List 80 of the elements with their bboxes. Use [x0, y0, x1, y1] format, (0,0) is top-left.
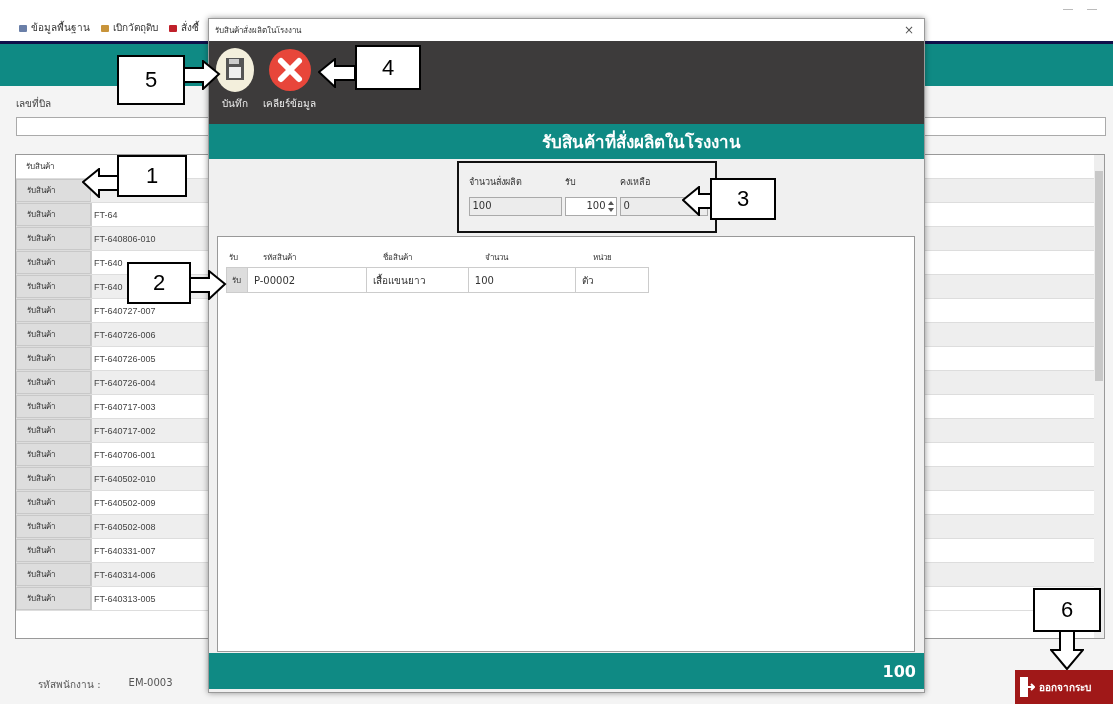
menu-item[interactable]: เบิกวัตถุดิบ [100, 20, 158, 35]
receive-button[interactable]: รับสินค้า [16, 347, 91, 370]
menu-item[interactable]: สั่งซื้ [168, 20, 199, 35]
table-cell: FT-640726-005 [91, 347, 156, 370]
receive-button[interactable]: รับสินค้า [16, 299, 91, 322]
column-header: ชื่อสินค้า [382, 251, 413, 264]
receive-button[interactable]: รับสินค้า [16, 419, 91, 442]
receive-button[interactable]: รับสินค้า [16, 539, 91, 562]
callout-number: 3 [710, 178, 776, 220]
table-cell: FT-640314-006 [91, 563, 156, 586]
callout-number: 6 [1033, 588, 1101, 632]
menu-icon [18, 22, 28, 33]
menu-icon [168, 22, 178, 33]
callout-number: 4 [355, 45, 421, 90]
receive-button[interactable]: รับสินค้า [16, 443, 91, 466]
receive-button[interactable]: รับสินค้า [16, 491, 91, 514]
close-icon [267, 47, 312, 93]
receive-button[interactable]: รับสินค้า [16, 323, 91, 346]
field-label: จำนวนสั่งผลิต [468, 175, 523, 189]
table-cell: ตัว [575, 268, 648, 292]
table-cell: FT-640 [91, 275, 123, 298]
close-button[interactable]: × [903, 23, 914, 37]
callout-arrow [82, 168, 120, 198]
field-label: รับ [564, 176, 577, 189]
table-cell: FT-640717-003 [91, 395, 156, 418]
receive-button[interactable]: รับสินค้า [16, 203, 91, 226]
table-cell: FT-640502-010 [91, 467, 156, 490]
table-cell: 100 [467, 268, 576, 292]
table-cell: FT-640 [91, 251, 123, 274]
readonly-field: 100 [468, 197, 562, 216]
table-cell: FT-640806-010 [91, 227, 156, 250]
total-bar: 100 [209, 653, 924, 689]
logout-button[interactable]: ออกจากระบ [1015, 670, 1113, 704]
table-cell: FT-640706-001 [91, 443, 156, 466]
column-header: รับ [228, 251, 239, 264]
receive-button[interactable]: รับสินค้า [16, 179, 91, 202]
column-header: หน่วย [592, 251, 613, 264]
scrollbar[interactable] [1094, 155, 1104, 638]
receive-button[interactable]: รับสินค้า [16, 275, 91, 298]
clear-button[interactable]: เคลียร์ข้อมูล [263, 47, 316, 124]
receive-button[interactable]: รับสินค้า [16, 467, 91, 490]
table-cell: P-00002 [246, 268, 367, 292]
column-header: รหัสสินค้า [262, 251, 297, 264]
table-cell: FT-640726-006 [91, 323, 156, 346]
receive-button[interactable]: รับสินค้า [16, 515, 91, 538]
field-label: คงเหลือ [619, 176, 651, 189]
bill-number-label: เลขที่บิล [16, 96, 51, 111]
receive-button[interactable]: รับสินค้า [16, 395, 91, 418]
employee-code-label: รหัสพนักงาน : [38, 678, 101, 692]
table-cell: FT-64 [91, 203, 118, 226]
save-button[interactable]: บันทึก [215, 47, 255, 124]
receive-button[interactable]: รับ [227, 268, 247, 292]
receive-button[interactable]: รับสินค้า [16, 587, 91, 610]
receive-button[interactable]: รับสินค้า [16, 251, 91, 274]
table-cell: FT-640502-008 [91, 515, 156, 538]
menu-icon [100, 22, 110, 33]
exit-door-icon [1019, 676, 1035, 698]
receive-button[interactable]: รับสินค้า [16, 563, 91, 586]
callout-number: 5 [117, 55, 185, 105]
table-cell: FT-640726-004 [91, 371, 156, 394]
callout-arrow [318, 58, 356, 88]
column-header: จำนวน [484, 251, 510, 264]
column-header: รับสินค้า [25, 161, 55, 173]
table-cell: FT-640502-009 [91, 491, 156, 514]
table-cell: เสื้อแขนยาว [366, 268, 468, 292]
receive-button[interactable]: รับสินค้า [16, 371, 91, 394]
table-cell: FT-640331-007 [91, 539, 156, 562]
quantity-spinner[interactable]: 100 [564, 197, 617, 216]
floppy-disk-icon [215, 47, 255, 93]
callout-number: 1 [117, 155, 187, 197]
dialog-heading: รับสินค้าที่สั่งผลิตในโรงงาน [209, 124, 924, 159]
receive-button[interactable]: รับสินค้า [16, 227, 91, 250]
table-cell: FT-640717-002 [91, 419, 156, 442]
spinner-arrows-icon [607, 200, 614, 213]
callout-number: 2 [127, 262, 191, 304]
dialog-title: รับสินค้าสั่งผลิตในโรงงาน [215, 24, 301, 37]
callout-arrow [183, 60, 221, 90]
employee-code: EM-0003 [128, 677, 173, 690]
menu-item[interactable]: ข้อมูลพื้นฐาน [18, 20, 90, 35]
table-cell: FT-640313-005 [91, 587, 156, 610]
